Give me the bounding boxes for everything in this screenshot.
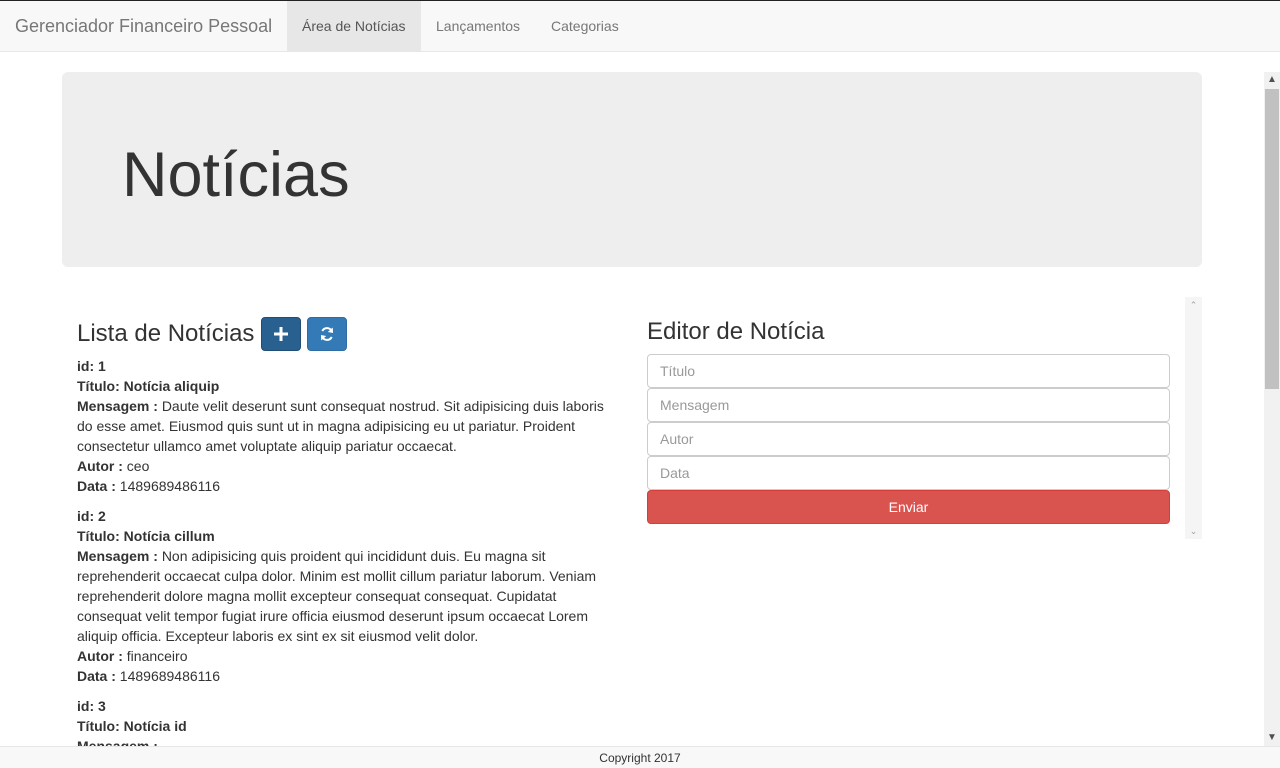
editor-title: Editor de Notícia xyxy=(647,318,825,345)
add-news-button[interactable] xyxy=(261,317,301,351)
nav-item-lancamentos[interactable]: Lançamentos xyxy=(421,1,535,51)
news-id: id: 3 xyxy=(77,698,106,714)
page-title: Notícias xyxy=(122,140,350,210)
page-scrollbar[interactable]: ▲ ▼ xyxy=(1264,72,1280,746)
scroll-up-icon[interactable]: ▲ xyxy=(1264,72,1280,88)
news-message: Mensagem : Non adipisicing quis proident… xyxy=(77,548,597,644)
news-date: Data : 1489689486116 xyxy=(77,478,220,494)
scroll-down-icon[interactable]: ⌄ xyxy=(1185,523,1202,539)
scrollbar-thumb[interactable] xyxy=(1265,89,1279,389)
date-field[interactable]: Data xyxy=(647,456,1170,490)
news-editor: Editor de Notícia Título Mensagem Autor … xyxy=(647,316,1170,524)
news-item: id: 1 Título: Notícia aliquip Mensagem :… xyxy=(77,356,622,496)
nav-item-categorias[interactable]: Categorias xyxy=(536,1,634,51)
nav-item-area-de-noticias[interactable]: Área de Notícias xyxy=(287,1,421,51)
refresh-icon xyxy=(321,326,333,341)
news-list-section: Lista de Notícias id: 1 Título: Notícia … xyxy=(77,316,622,746)
news-list-title: Lista de Notícias xyxy=(77,320,255,347)
news-message: Mensagem : Daute velit deserunt sunt con… xyxy=(77,398,604,454)
news-title: Título: Notícia id xyxy=(77,718,187,734)
navbar-brand[interactable]: Gerenciador Financeiro Pessoal xyxy=(15,1,272,51)
news-item: id: 2 Título: Notícia cillum Mensagem : … xyxy=(77,506,622,686)
message-field[interactable]: Mensagem xyxy=(647,388,1170,422)
jumbotron: Notícias xyxy=(62,72,1202,267)
author-field[interactable]: Autor xyxy=(647,422,1170,456)
news-id: id: 1 xyxy=(77,358,106,374)
footer: Copyright 2017 xyxy=(0,746,1280,768)
scroll-down-icon[interactable]: ▼ xyxy=(1264,730,1280,746)
refresh-news-button[interactable] xyxy=(307,317,347,351)
news-date: Data : 1489689486116 xyxy=(77,668,220,684)
plus-icon xyxy=(274,326,288,341)
title-field[interactable]: Título xyxy=(647,354,1170,388)
news-message: Mensagem : xyxy=(77,738,158,746)
news-id: id: 2 xyxy=(77,508,106,524)
news-item: id: 3 Título: Notícia id Mensagem : xyxy=(77,696,622,746)
scroll-up-icon[interactable]: ⌃ xyxy=(1185,297,1202,313)
news-title: Título: Notícia aliquip xyxy=(77,378,220,394)
submit-button[interactable]: Enviar xyxy=(647,490,1170,524)
editor-scrollbar[interactable]: ⌃ ⌄ xyxy=(1185,297,1202,539)
navbar: Gerenciador Financeiro Pessoal Área de N… xyxy=(0,1,1280,52)
copyright-text: Copyright 2017 xyxy=(599,751,681,765)
news-title: Título: Notícia cillum xyxy=(77,528,215,544)
news-list-header: Lista de Notícias xyxy=(77,316,622,356)
news-author: Autor : financeiro xyxy=(77,648,188,664)
news-author: Autor : ceo xyxy=(77,458,150,474)
